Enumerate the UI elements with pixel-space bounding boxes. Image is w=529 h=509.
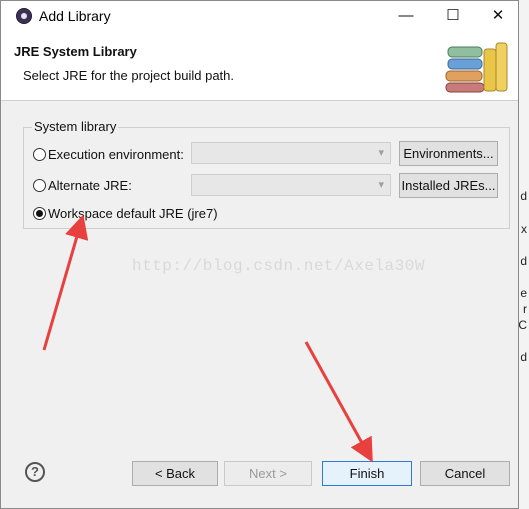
maximize-button[interactable]: ☐ (433, 5, 473, 27)
title-bar[interactable]: Add Library — ☐ ✕ (1, 1, 518, 31)
minimize-button[interactable]: — (386, 5, 426, 27)
radio-execution-environment[interactable] (33, 148, 46, 161)
eclipse-icon (16, 8, 32, 24)
books-icon (445, 42, 508, 93)
alternate-jre-label[interactable]: Alternate JRE: (48, 178, 132, 193)
add-library-dialog: Add Library — ☐ ✕ JRE System Library Sel… (0, 0, 519, 509)
background-text: r (523, 302, 527, 316)
radio-workspace-default-jre[interactable] (33, 207, 46, 220)
environments-button[interactable]: Environments... (399, 141, 498, 166)
close-button[interactable]: ✕ (478, 5, 518, 27)
radio-alternate-jre[interactable] (33, 179, 46, 192)
execution-environment-select[interactable]: ▾ (191, 142, 391, 164)
alternate-jre-select[interactable]: ▾ (191, 174, 391, 196)
background-text: e (520, 286, 527, 300)
finish-button[interactable]: Finish (322, 461, 412, 486)
background-text: d (520, 254, 527, 268)
background-text: d (520, 350, 527, 364)
execution-environment-label[interactable]: Execution environment: (48, 147, 184, 162)
next-button[interactable]: Next > (224, 461, 312, 486)
cancel-button[interactable]: Cancel (420, 461, 510, 486)
chevron-down-icon: ▾ (378, 147, 384, 159)
page-title: JRE System Library (14, 44, 137, 59)
background-text: C (518, 318, 527, 332)
wizard-header: JRE System Library Select JRE for the pr… (1, 31, 518, 101)
help-icon[interactable]: ? (25, 462, 45, 482)
installed-jres-button[interactable]: Installed JREs... (399, 173, 498, 198)
background-text: d (520, 189, 527, 203)
window-title: Add Library (39, 8, 111, 24)
page-description: Select JRE for the project build path. (23, 68, 235, 83)
chevron-down-icon: ▾ (378, 179, 384, 191)
group-label: System library (32, 119, 119, 134)
watermark: http://blog.csdn.net/Axela30W (132, 257, 425, 275)
back-button[interactable]: < Back (132, 461, 218, 486)
background-text: x (521, 222, 527, 236)
workspace-default-jre-label[interactable]: Workspace default JRE (jre7) (48, 206, 218, 221)
